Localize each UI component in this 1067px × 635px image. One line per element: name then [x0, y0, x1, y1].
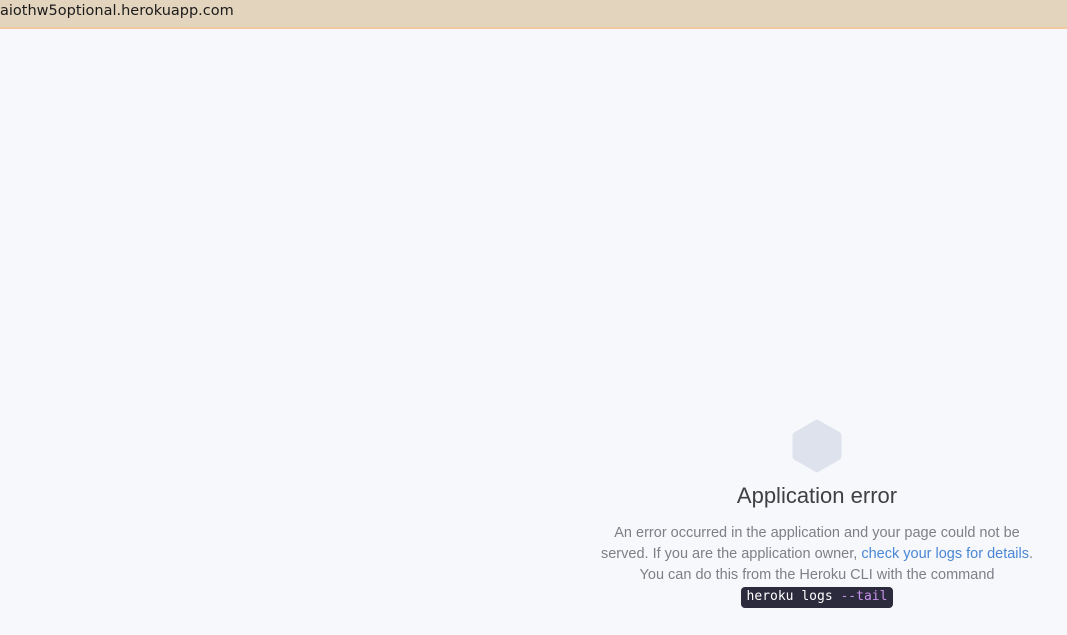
page-content: Application error An error occurred in t… [0, 29, 1067, 635]
url-text[interactable]: aiothw5optional.herokuapp.com [0, 3, 234, 19]
error-message-line2-prefix: served. If you are the application owner… [600, 546, 858, 562]
address-bar[interactable]: aiothw5optional.herokuapp.com [0, 0, 1067, 29]
error-block: Application error An error occurred in t… [567, 419, 1067, 608]
command-snippet: heroku logs --tail [740, 587, 894, 608]
error-message-line3: You can do this from the Heroku CLI with… [639, 567, 995, 583]
logs-link[interactable]: check your logs for details [861, 546, 1029, 562]
hexagon-icon [792, 419, 842, 473]
command-flag: --tail [840, 589, 888, 604]
error-title: Application error [736, 483, 898, 508]
error-message-line2-suffix: . [1028, 546, 1034, 562]
command-main: heroku logs [746, 589, 841, 604]
error-message: An error occurred in the application and… [567, 523, 1067, 608]
error-message-line1: An error occurred in the application and… [614, 525, 1020, 541]
error-message-line2: served. If you are the application owner… [567, 544, 1067, 565]
